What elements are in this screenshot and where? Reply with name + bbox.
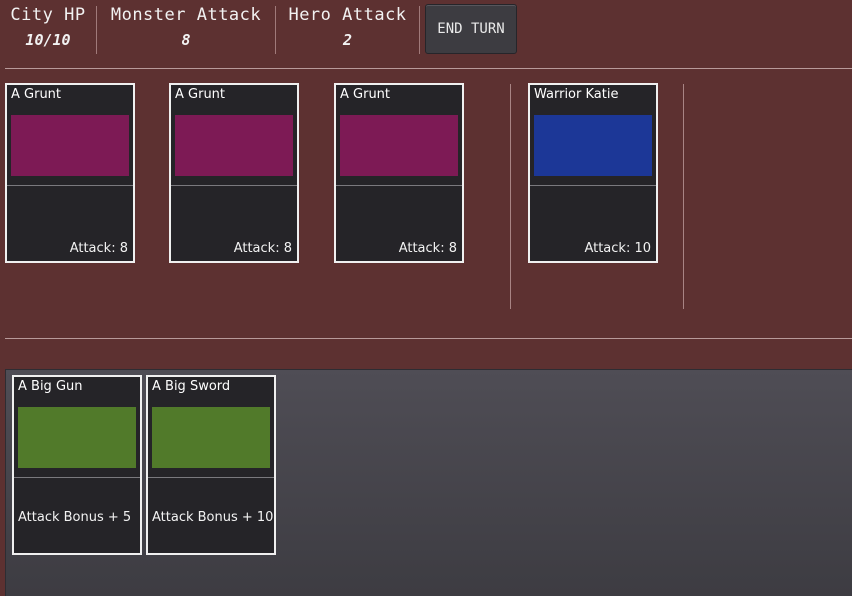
stats-bar: City HP 10/10 Monster Attack 8 Hero Atta… xyxy=(0,0,420,58)
card-attack: Attack: 8 xyxy=(398,241,457,256)
monster-attack-stat: Monster Attack 8 xyxy=(97,0,275,58)
card-separator xyxy=(530,185,656,186)
card-separator xyxy=(7,185,133,186)
divider-top xyxy=(5,68,852,69)
card-name: A Grunt xyxy=(340,87,391,102)
card-separator xyxy=(148,477,274,478)
city-hp-label: City HP xyxy=(10,5,86,25)
card-art xyxy=(340,115,458,176)
card-separator xyxy=(171,185,297,186)
card-name: A Grunt xyxy=(175,87,226,102)
hero-attack-stat: Hero Attack 2 xyxy=(276,0,419,58)
monster-card[interactable]: A Grunt Attack: 8 xyxy=(5,83,135,263)
card-art xyxy=(18,407,136,468)
monster-card[interactable]: A Grunt Attack: 8 xyxy=(334,83,464,263)
item-card[interactable]: A Big Gun Attack Bonus + 5 xyxy=(12,375,142,555)
hero-zone-right-divider xyxy=(683,84,684,309)
city-hp-stat: City HP 10/10 xyxy=(0,0,96,58)
card-bonus: Attack Bonus + 10 xyxy=(152,510,274,525)
divider-bottom xyxy=(5,338,852,339)
card-separator xyxy=(14,477,140,478)
city-hp-value: 10/10 xyxy=(25,31,71,49)
monster-attack-label: Monster Attack xyxy=(110,5,262,25)
card-name: A Big Sword xyxy=(152,379,231,394)
card-attack: Attack: 10 xyxy=(584,241,651,256)
hero-card[interactable]: Warrior Katie Attack: 10 xyxy=(528,83,658,263)
hero-attack-label: Hero Attack xyxy=(288,5,407,25)
card-art xyxy=(175,115,293,176)
monster-card[interactable]: A Grunt Attack: 8 xyxy=(169,83,299,263)
card-name: A Grunt xyxy=(11,87,62,102)
card-art xyxy=(11,115,129,176)
card-name: Warrior Katie xyxy=(534,87,619,102)
card-attack: Attack: 8 xyxy=(69,241,128,256)
card-attack: Attack: 8 xyxy=(233,241,292,256)
card-name: A Big Gun xyxy=(18,379,83,394)
item-card[interactable]: A Big Sword Attack Bonus + 10 xyxy=(146,375,276,555)
hero-attack-value: 2 xyxy=(342,31,353,49)
monster-attack-value: 8 xyxy=(181,31,191,49)
card-art xyxy=(152,407,270,468)
card-separator xyxy=(336,185,462,186)
card-art xyxy=(534,115,652,176)
stat-divider xyxy=(419,6,420,54)
card-bonus: Attack Bonus + 5 xyxy=(18,510,132,525)
end-turn-button[interactable]: END TURN xyxy=(425,4,517,54)
hero-zone-left-divider xyxy=(510,84,511,309)
